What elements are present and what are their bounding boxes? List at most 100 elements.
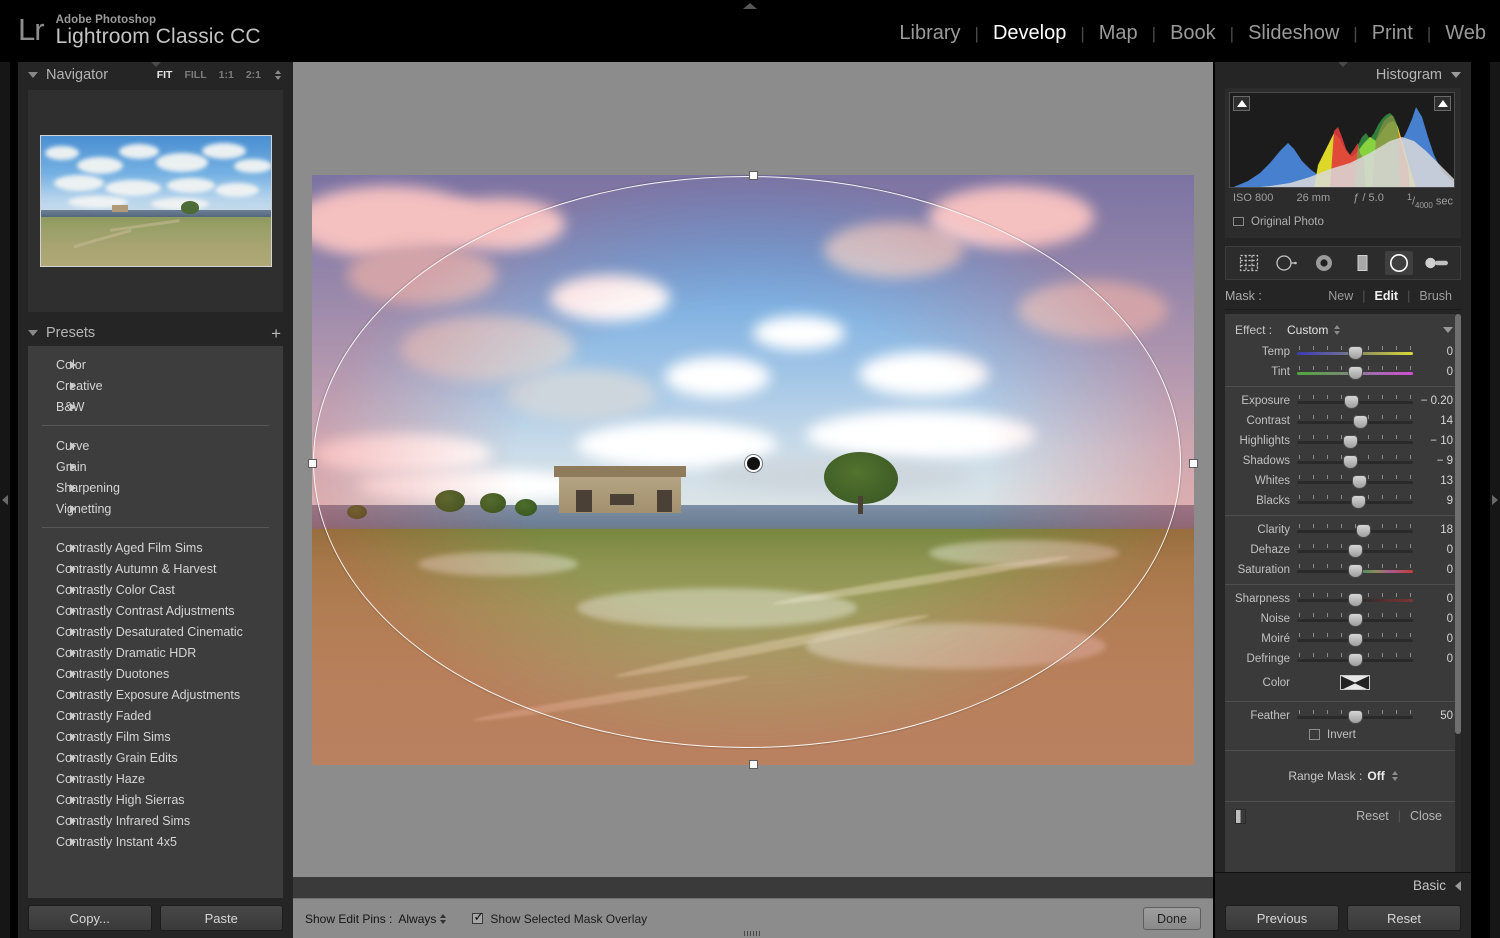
range-mask-stepper[interactable]	[1391, 770, 1398, 781]
slider-value-dehaze[interactable]: 0	[1413, 544, 1453, 556]
slider-knob-saturation[interactable]	[1347, 563, 1363, 578]
chevron-right-icon[interactable]	[70, 627, 76, 636]
slider-value-contrast[interactable]: 14	[1413, 415, 1453, 427]
preset-group-contrastly-duotones[interactable]: Contrastly Duotones	[28, 663, 283, 684]
preset-group-creative[interactable]: Creative	[28, 375, 283, 396]
slider-track-temp[interactable]	[1297, 345, 1413, 360]
slider-shadows[interactable]: Shadows − 9	[1225, 451, 1461, 471]
preset-group-contrastly-contrast-adjustments[interactable]: Contrastly Contrast Adjustments	[28, 600, 283, 621]
slider-track-saturation[interactable]	[1297, 563, 1413, 578]
slider-knob-contrast[interactable]	[1353, 414, 1369, 429]
paste-button[interactable]: Paste	[159, 905, 283, 931]
image-canvas[interactable]	[293, 62, 1213, 877]
color-swatch[interactable]	[1340, 675, 1370, 691]
navigator-zoom-1-1[interactable]: 1:1	[219, 69, 234, 81]
basic-panel-header[interactable]: Basic	[1215, 872, 1471, 898]
navigator-zoom-fit[interactable]: FIT	[157, 69, 173, 81]
chevron-down-icon[interactable]	[28, 330, 38, 336]
ellipse-handle-bottom[interactable]	[748, 759, 758, 769]
radial-filter-tool[interactable]	[1385, 250, 1414, 275]
slider-knob-whites[interactable]	[1352, 474, 1368, 489]
effect-menu-chevron-icon[interactable]	[1443, 326, 1453, 333]
checkbox-icon[interactable]	[472, 910, 484, 924]
slider-track-contrast[interactable]	[1297, 414, 1413, 429]
done-button[interactable]: Done	[1143, 907, 1201, 930]
chevron-right-icon[interactable]	[70, 669, 76, 678]
slider-value-exposure[interactable]: − 0.20	[1413, 395, 1453, 407]
slider-value-defringe[interactable]: 0	[1413, 653, 1453, 665]
left-panel-resize-nub[interactable]	[150, 62, 161, 67]
slider-track-tint[interactable]	[1297, 365, 1413, 380]
spot-removal-tool[interactable]	[1272, 251, 1300, 275]
chevron-right-icon[interactable]	[70, 543, 76, 552]
slider-defringe[interactable]: Defringe 0	[1225, 649, 1461, 669]
chevron-down-icon[interactable]	[28, 72, 38, 78]
preset-group-contrastly-exposure-adjustments[interactable]: Contrastly Exposure Adjustments	[28, 684, 283, 705]
effect-value[interactable]: Custom	[1287, 323, 1328, 337]
slider-sharpness[interactable]: Sharpness 0	[1225, 589, 1461, 609]
slider-track-highlights[interactable]	[1297, 434, 1413, 449]
right-panel-collapse[interactable]	[1490, 62, 1500, 938]
module-book[interactable]: Book	[1156, 22, 1230, 45]
slider-value-saturation[interactable]: 0	[1413, 564, 1453, 576]
show-edit-pins-stepper[interactable]	[440, 913, 447, 924]
slider-knob-shadows[interactable]	[1342, 454, 1358, 469]
show-mask-overlay-toggle[interactable]: Show Selected Mask Overlay	[472, 910, 647, 926]
slider-dehaze[interactable]: Dehaze 0	[1225, 540, 1461, 560]
preset-group-contrastly-dramatic-hdr[interactable]: Contrastly Dramatic HDR	[28, 642, 283, 663]
preset-group-color[interactable]: Color	[28, 354, 283, 375]
slider-knob-noise[interactable]	[1347, 612, 1363, 627]
chevron-left-icon[interactable]	[1455, 880, 1461, 891]
chevron-right-icon[interactable]	[70, 711, 76, 720]
graduated-filter-tool[interactable]	[1348, 251, 1376, 275]
preset-group-contrastly-film-sims[interactable]: Contrastly Film Sims	[28, 726, 283, 747]
reset-effect-button[interactable]: Reset	[1347, 809, 1398, 823]
add-preset-button[interactable]: +	[271, 325, 281, 342]
slider-moir-[interactable]: Moiré 0	[1225, 629, 1461, 649]
red-eye-tool[interactable]	[1310, 251, 1338, 275]
preset-group-contrastly-aged-film-sims[interactable]: Contrastly Aged Film Sims	[28, 537, 283, 558]
range-mask-row[interactable]: Range Mask : Off	[1225, 755, 1461, 797]
slider-knob-moir-[interactable]	[1347, 632, 1363, 647]
slider-knob-exposure[interactable]	[1344, 394, 1360, 409]
slider-track-sharpness[interactable]	[1297, 592, 1413, 607]
slider-knob-dehaze[interactable]	[1347, 543, 1363, 558]
module-library[interactable]: Library	[885, 22, 974, 45]
slider-track-defringe[interactable]	[1297, 652, 1413, 667]
chevron-right-icon[interactable]	[70, 360, 76, 369]
slider-track-blacks[interactable]	[1297, 494, 1413, 509]
navigator-zoom-fill[interactable]: FILL	[184, 69, 206, 81]
slider-knob-temp[interactable]	[1347, 345, 1363, 360]
chevron-right-icon[interactable]	[70, 402, 76, 411]
chevron-right-icon[interactable]	[70, 837, 76, 846]
slider-knob-feather[interactable]	[1347, 709, 1363, 724]
slider-knob-tint[interactable]	[1347, 365, 1363, 380]
invert-toggle[interactable]: Invert	[1225, 726, 1461, 746]
slider-track-moir-[interactable]	[1297, 632, 1413, 647]
shadow-clipping-button[interactable]	[1233, 96, 1250, 111]
left-panel-collapse[interactable]	[0, 62, 10, 938]
preset-group-contrastly-autumn-harvest[interactable]: Contrastly Autumn & Harvest	[28, 558, 283, 579]
close-panel-button[interactable]: Close	[1401, 809, 1451, 823]
slider-knob-highlights[interactable]	[1342, 434, 1358, 449]
slider-contrast[interactable]: Contrast 14	[1225, 411, 1461, 431]
slider-highlights[interactable]: Highlights − 10	[1225, 431, 1461, 451]
slider-value-highlights[interactable]: − 10	[1413, 435, 1453, 447]
crop-overlay-tool[interactable]	[1235, 251, 1263, 275]
slider-value-moir-[interactable]: 0	[1413, 633, 1453, 645]
module-slideshow[interactable]: Slideshow	[1234, 22, 1353, 45]
mask-brush-button[interactable]: Brush	[1410, 289, 1461, 303]
chevron-right-icon[interactable]	[70, 504, 76, 513]
presets-list[interactable]: Color Creative B&W Curve Grain Sharpening Vign…	[28, 346, 283, 898]
chevron-right-icon[interactable]	[70, 441, 76, 450]
chevron-right-icon[interactable]	[70, 774, 76, 783]
navigator-zoom-stepper[interactable]	[275, 70, 281, 80]
preset-group-sharpening[interactable]: Sharpening	[28, 477, 283, 498]
slider-track-whites[interactable]	[1297, 474, 1413, 489]
show-edit-pins-value[interactable]: Always	[398, 912, 436, 926]
ellipse-handle-left[interactable]	[308, 459, 317, 469]
slider-value-clarity[interactable]: 18	[1413, 524, 1453, 536]
photo-container[interactable]	[308, 170, 1198, 769]
preset-group-contrastly-desaturated-cinematic[interactable]: Contrastly Desaturated Cinematic	[28, 621, 283, 642]
color-row[interactable]: Color	[1225, 669, 1461, 697]
